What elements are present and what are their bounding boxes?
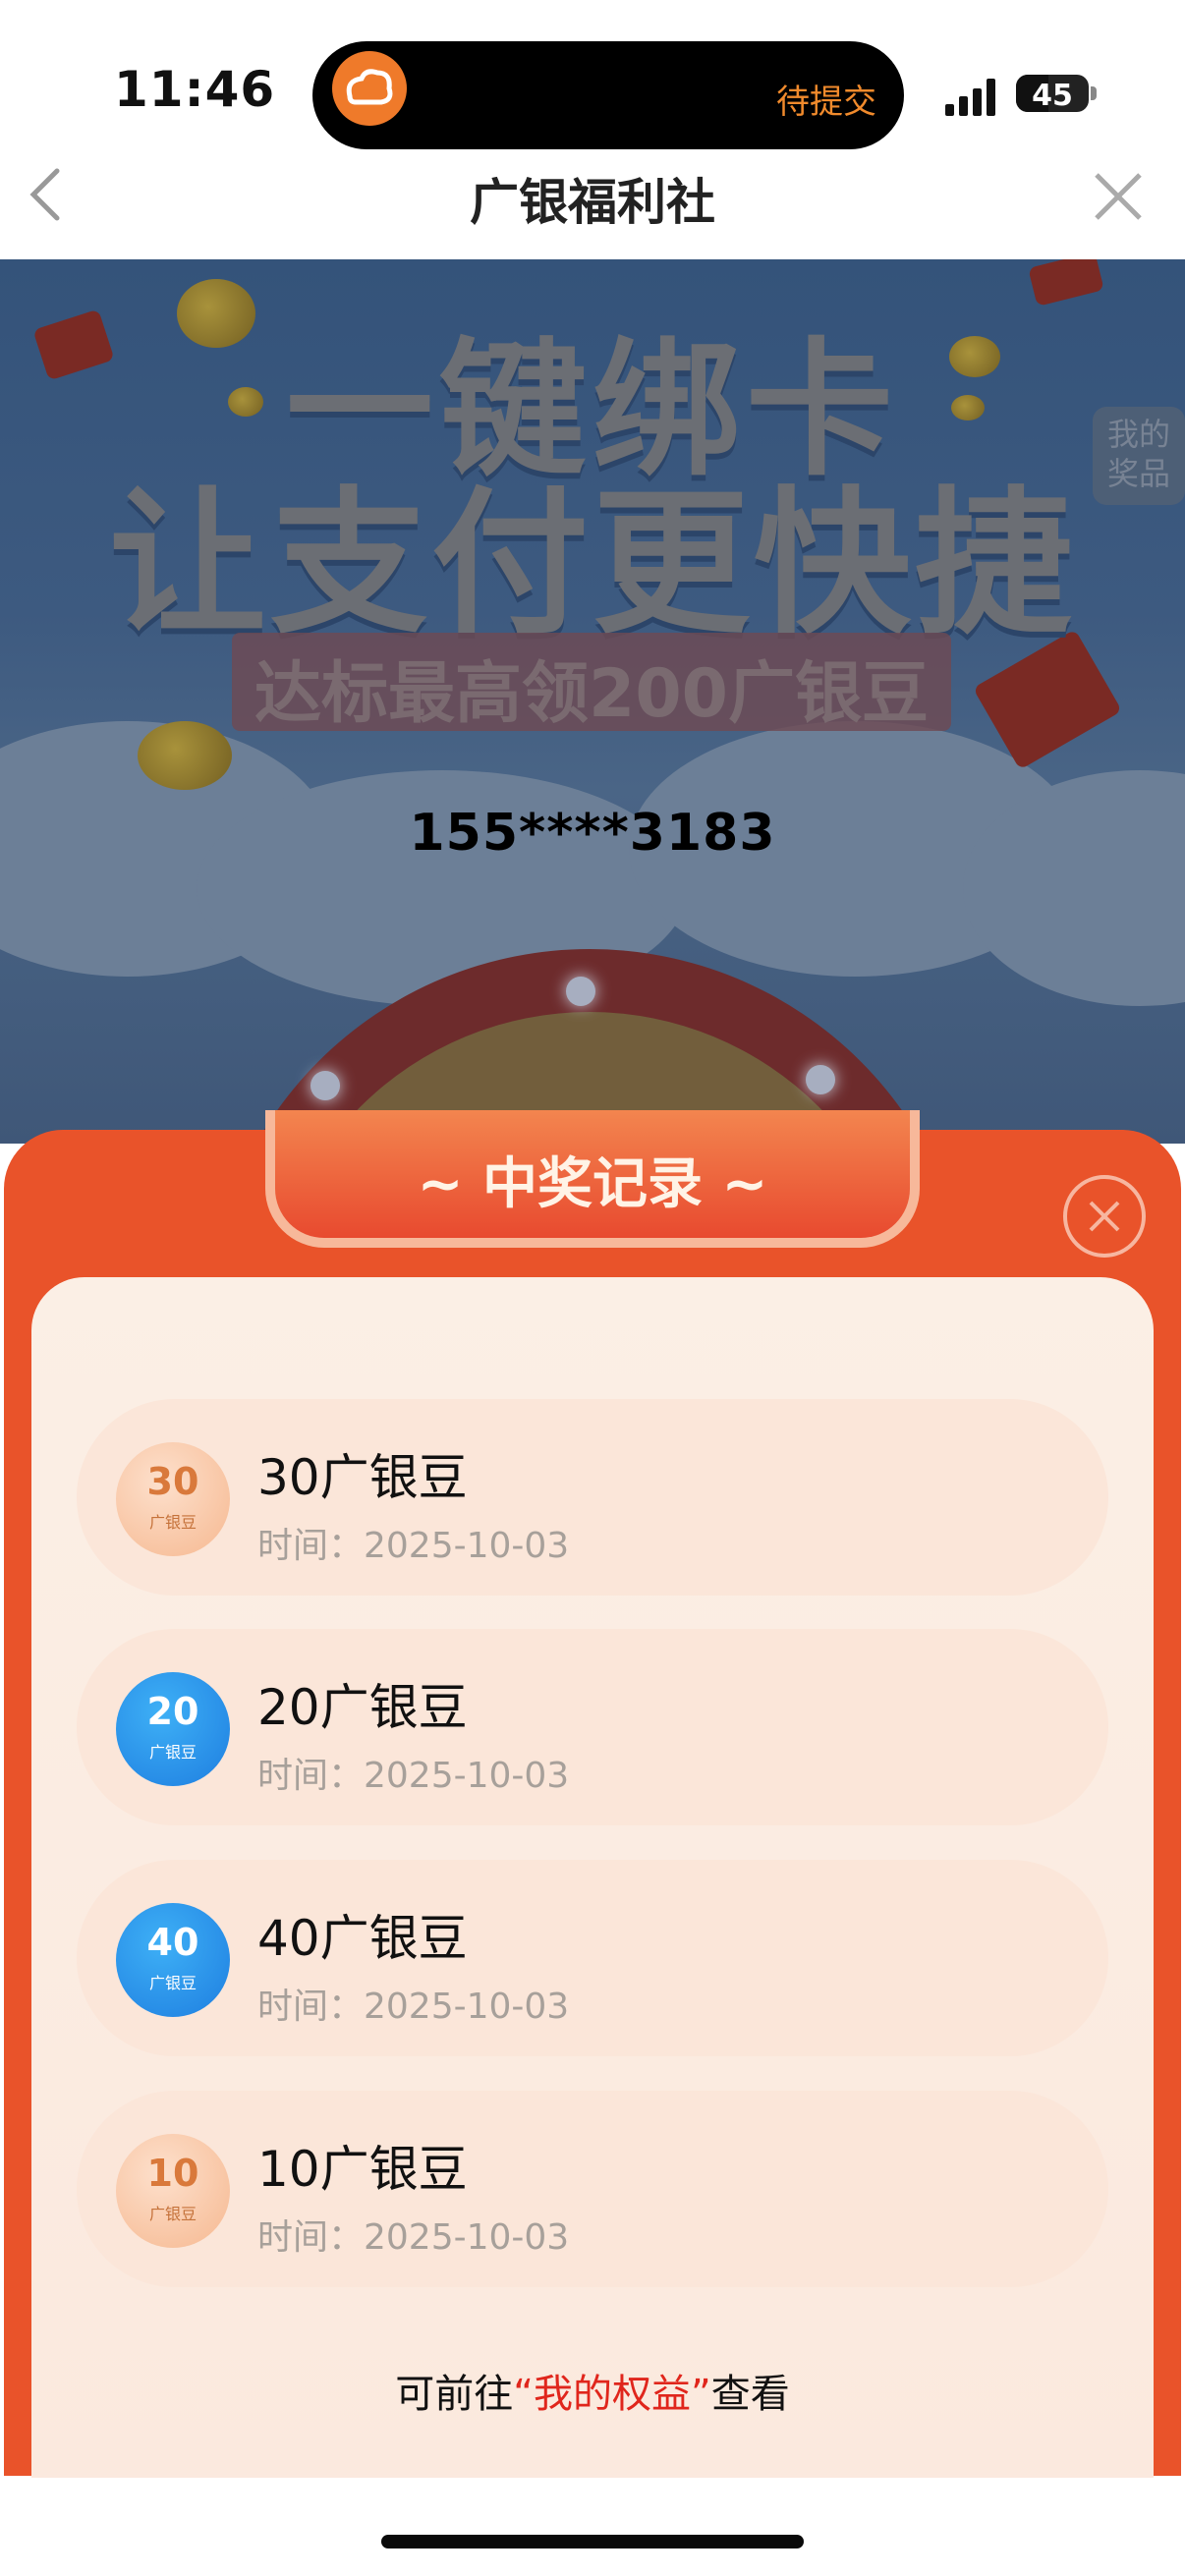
banner-title-line2: 让支付更快捷	[108, 472, 1076, 655]
close-icon[interactable]	[1091, 169, 1146, 224]
badge-amount: 40	[146, 1921, 199, 1964]
record-title: 20广银豆	[257, 1679, 468, 1736]
badge-unit: 广银豆	[148, 2205, 197, 2223]
badge-unit: 广银豆	[148, 1513, 197, 1532]
record-title: 30广银豆	[257, 1449, 468, 1506]
wheel-light	[806, 1065, 835, 1094]
rights-hint: 可前往“我的权益”查看	[0, 2362, 1185, 2419]
bottom-safe-area	[0, 2478, 1185, 2576]
wheel-light	[310, 1071, 340, 1100]
bean-badge-icon: 10 广银豆	[116, 2134, 230, 2248]
battery-tip	[1091, 86, 1097, 100]
app-icon	[332, 51, 407, 126]
modal-title: ~ 中奖记录 ~	[417, 1152, 768, 1216]
close-icon[interactable]	[1063, 1175, 1146, 1258]
bean-badge-icon: 20 广银豆	[116, 1672, 230, 1786]
island-status-text: 待提交	[776, 83, 876, 122]
page-title: 广银福利社	[470, 174, 715, 231]
battery-percent: 45	[1032, 79, 1073, 112]
signal-icon	[945, 77, 1002, 116]
badge-amount: 30	[146, 1460, 199, 1503]
record-title: 40广银豆	[257, 1910, 468, 1967]
my-prize-button[interactable]: 我的奖品	[1093, 407, 1185, 505]
badge-unit: 广银豆	[148, 1974, 197, 1992]
list-item: 30 广银豆 30广银豆 时间：2025-10-03	[77, 1399, 1108, 1596]
list-item: 10 广银豆 10广银豆 时间：2025-10-03	[77, 2091, 1108, 2287]
badge-amount: 10	[146, 2152, 199, 2195]
my-rights-link[interactable]: “我的权益”	[513, 2372, 710, 2417]
rights-hint-suffix: 查看	[710, 2372, 790, 2417]
home-indicator[interactable]	[381, 2535, 804, 2548]
record-time: 时间：2025-10-03	[257, 2217, 570, 2258]
bean-badge-icon: 40 广银豆	[116, 1903, 230, 2017]
list-item: 40 广银豆 40广银豆 时间：2025-10-03	[77, 1860, 1108, 2056]
phone-number: 155****3183	[409, 804, 776, 863]
banner-subtitle: 达标最高领200广银豆	[254, 655, 929, 733]
badge-unit: 广银豆	[148, 1743, 197, 1762]
rights-hint-prefix: 可前往	[395, 2372, 514, 2417]
list-item: 20 广银豆 20广银豆 时间：2025-10-03	[77, 1629, 1108, 1825]
record-time: 时间：2025-10-03	[257, 1756, 570, 1796]
badge-amount: 20	[146, 1690, 199, 1733]
bean-badge-icon: 30 广银豆	[116, 1442, 230, 1556]
battery-icon: 45	[1016, 75, 1089, 112]
record-time: 时间：2025-10-03	[257, 1526, 570, 1566]
status-time: 11:46	[114, 61, 276, 118]
record-title: 10广银豆	[257, 2141, 468, 2198]
wheel-light	[566, 977, 595, 1006]
record-time: 时间：2025-10-03	[257, 1987, 570, 2027]
